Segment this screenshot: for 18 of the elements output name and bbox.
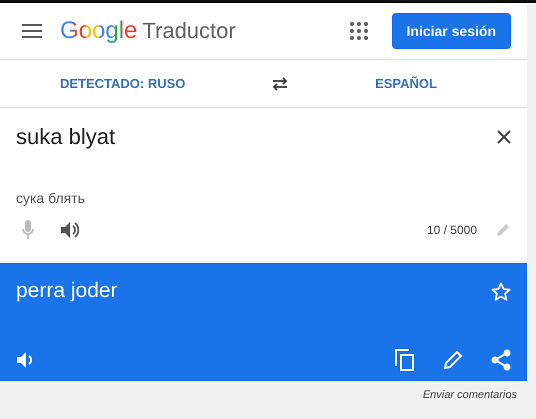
speaker-icon[interactable]: [60, 221, 80, 239]
target-language-tab[interactable]: ESPAÑOL: [375, 76, 437, 91]
apps-grid-icon[interactable]: [350, 22, 368, 40]
swap-icon[interactable]: [271, 76, 290, 90]
pencil-icon[interactable]: [443, 350, 463, 370]
star-icon[interactable]: [491, 282, 511, 300]
sign-in-button[interactable]: Iniciar sesión: [392, 13, 511, 49]
transliteration-text: сука блять: [16, 190, 86, 206]
input-field[interactable]: suka blyat: [16, 124, 416, 150]
source-language-tab[interactable]: DETECTADO: RUSO: [60, 76, 186, 91]
character-counter: 10 / 5000: [426, 223, 477, 237]
translation-text: perra joder: [16, 279, 118, 303]
close-icon[interactable]: [497, 130, 511, 144]
feedback-link[interactable]: Enviar comentarios: [422, 389, 517, 401]
product-name: Traductor: [142, 18, 236, 44]
copy-icon[interactable]: [395, 349, 415, 371]
menu-icon[interactable]: [22, 24, 42, 38]
share-icon[interactable]: [491, 349, 511, 371]
